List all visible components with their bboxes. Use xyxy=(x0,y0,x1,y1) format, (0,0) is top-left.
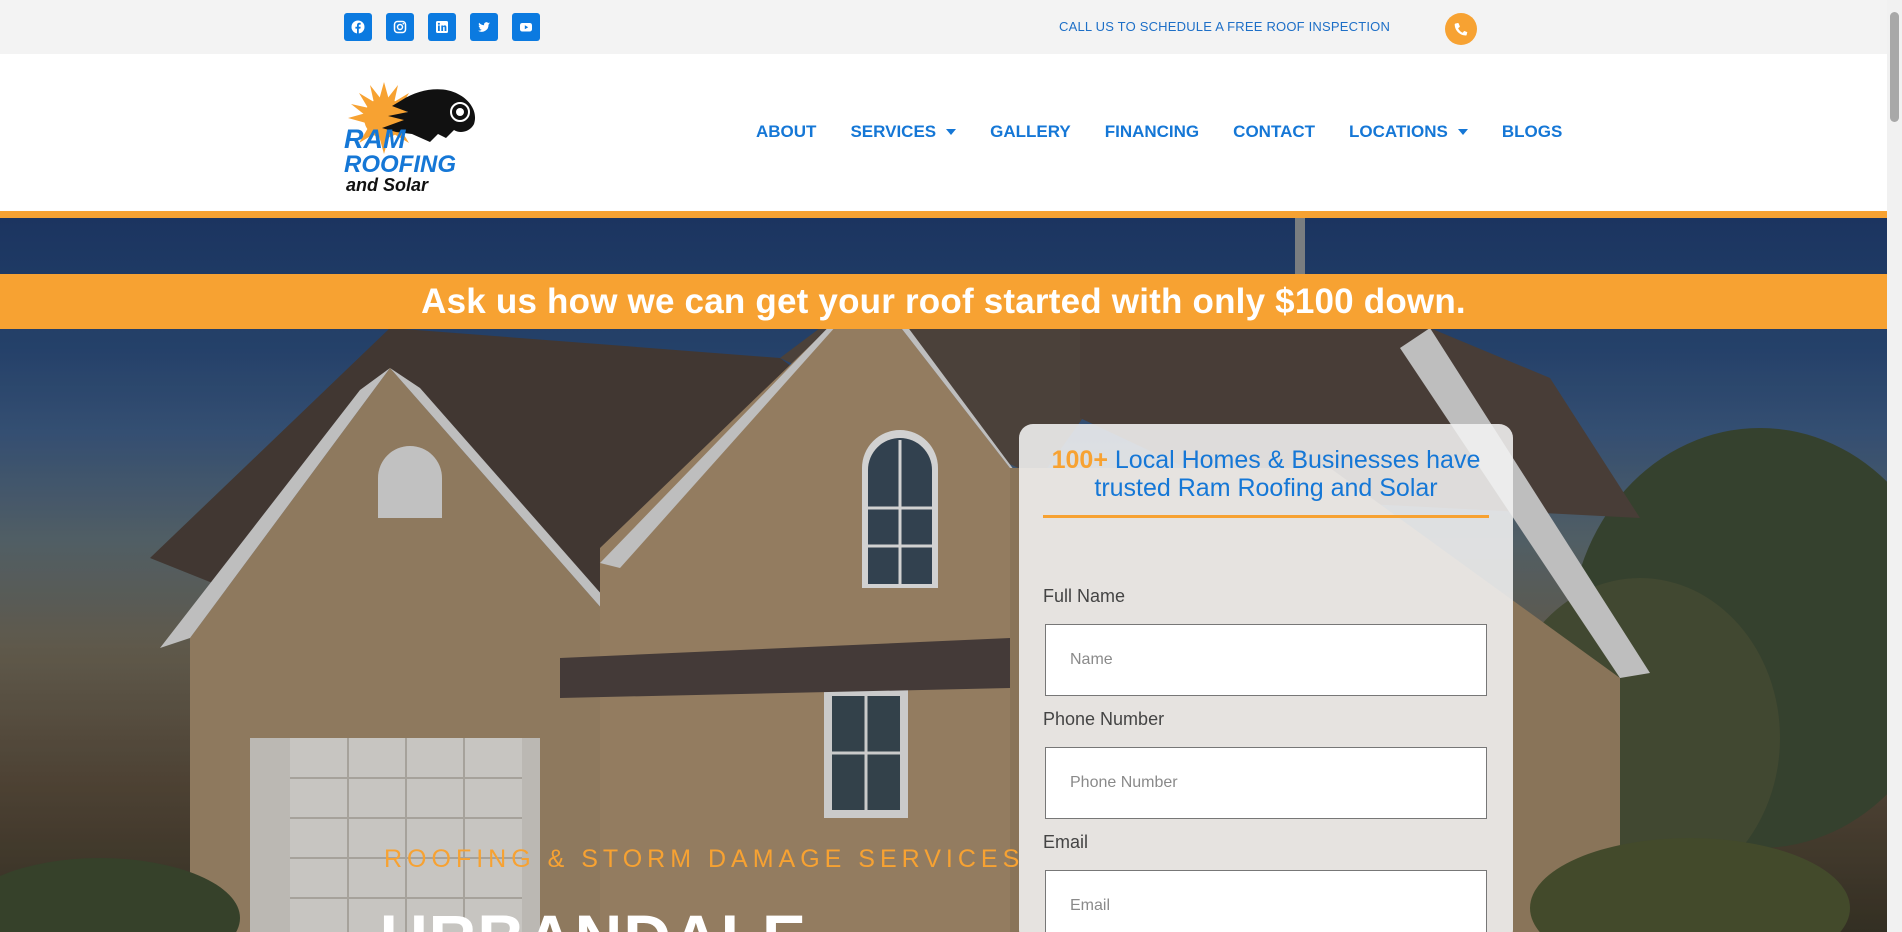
nav-gallery-label: GALLERY xyxy=(990,122,1071,141)
nav-financing[interactable]: FINANCING xyxy=(1105,122,1199,142)
chevron-down-icon xyxy=(946,129,957,135)
nav-blogs[interactable]: BLOGS xyxy=(1502,122,1562,142)
full-name-label: Full Name xyxy=(1043,586,1126,606)
nav-services-label: SERVICES xyxy=(850,122,937,141)
site-header: RAM ROOFING and Solar ABOUT SERVICES GAL… xyxy=(0,54,1887,211)
nav-about[interactable]: ABOUT xyxy=(756,122,816,142)
email-label: Email xyxy=(1043,832,1089,852)
instagram-icon[interactable] xyxy=(386,13,414,41)
hero-eyebrow: ROOFING & STORM DAMAGE SERVICES xyxy=(384,845,1025,873)
promo-banner: Ask us how we can get your roof started … xyxy=(0,274,1887,329)
svg-text:RAM: RAM xyxy=(344,124,406,154)
nav-blogs-label: BLOGS xyxy=(1501,122,1563,141)
email-input[interactable] xyxy=(1045,870,1487,932)
phone-number-label: Phone Number xyxy=(1043,709,1165,729)
nav-locations[interactable]: LOCATIONS xyxy=(1349,122,1468,142)
nav-gallery[interactable]: GALLERY xyxy=(990,122,1071,142)
header-divider xyxy=(0,211,1887,218)
main-nav: ABOUT SERVICES GALLERY FINANCING CONTACT… xyxy=(756,122,1596,142)
lead-form-card: 100+ Local Homes & Businesses have trust… xyxy=(1019,424,1513,932)
twitter-icon[interactable] xyxy=(470,13,498,41)
svg-text:ROOFING: ROOFING xyxy=(344,151,456,178)
nav-contact-label: CONTACT xyxy=(1233,122,1316,141)
svg-text:and Solar: and Solar xyxy=(346,175,429,194)
form-title-rest: Local Homes & Businesses have trusted Ra… xyxy=(1094,446,1481,502)
schedule-inspection-text: CALL US TO SCHEDULE A FREE ROOF INSPECTI… xyxy=(1059,19,1391,34)
ram-roofing-logo[interactable]: RAM ROOFING and Solar xyxy=(342,72,480,194)
promo-text: Ask us how we can get your roof started … xyxy=(421,281,1466,321)
scrollbar-thumb[interactable] xyxy=(1890,12,1899,122)
youtube-icon[interactable] xyxy=(512,13,540,41)
hero-section: Ask us how we can get your roof started … xyxy=(0,218,1887,932)
page-scrollbar[interactable] xyxy=(1887,0,1902,932)
form-title: 100+ Local Homes & Businesses have trust… xyxy=(1043,446,1489,502)
phone-icon[interactable] xyxy=(1445,13,1477,45)
linkedin-icon[interactable] xyxy=(428,13,456,41)
nav-contact[interactable]: CONTACT xyxy=(1233,122,1315,142)
nav-locations-label: LOCATIONS xyxy=(1349,122,1448,141)
top-bar: CALL US TO SCHEDULE A FREE ROOF INSPECTI… xyxy=(0,0,1887,54)
chevron-down-icon xyxy=(1457,129,1468,135)
form-title-divider xyxy=(1043,515,1489,518)
nav-services[interactable]: SERVICES xyxy=(850,122,957,142)
nav-about-label: ABOUT xyxy=(756,122,817,141)
phone-number-input[interactable] xyxy=(1045,747,1487,819)
nav-financing-label: FINANCING xyxy=(1104,122,1200,141)
facebook-icon[interactable] xyxy=(344,13,372,41)
full-name-input[interactable] xyxy=(1045,624,1487,696)
hero-city-heading: URBANDALE xyxy=(380,900,807,932)
form-title-highlight: 100+ xyxy=(1051,446,1108,474)
